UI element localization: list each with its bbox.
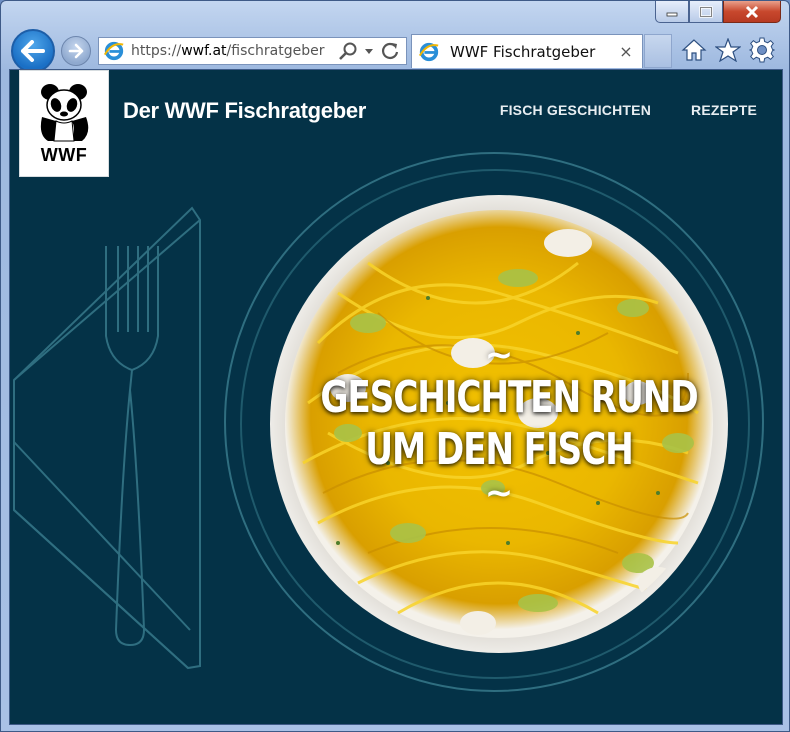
home-icon: [681, 39, 707, 61]
url-domain: wwf.at: [181, 43, 227, 59]
star-icon: [715, 38, 741, 62]
url-path: /fischratgeber: [226, 43, 325, 59]
maximize-button[interactable]: [689, 1, 723, 23]
hero-title-line-2: UM DEN FISCH: [365, 424, 634, 475]
forward-icon: [68, 43, 84, 59]
forward-button[interactable]: [61, 36, 91, 66]
url-prefix: https://: [131, 43, 182, 59]
address-url[interactable]: https://wwf.at/fischratgeber: [131, 43, 338, 59]
home-button[interactable]: [681, 37, 707, 63]
site-title[interactable]: Der WWF Fischratgeber: [123, 98, 366, 124]
browser-tools: [681, 37, 775, 63]
address-tools: [338, 41, 406, 61]
window-controls: [655, 1, 781, 23]
logo-wordmark: WWF: [40, 145, 88, 165]
fork-outline: [105, 246, 159, 647]
menu-item-rezepte[interactable]: REZEPTE: [691, 102, 757, 118]
address-bar[interactable]: https://wwf.at/fischratgeber: [98, 37, 407, 65]
wwf-logo[interactable]: WWF: [19, 70, 109, 177]
gear-icon: [749, 37, 775, 63]
minimize-button[interactable]: [655, 1, 689, 23]
menu-item-fisch-geschichten[interactable]: FISCH GESCHICHTEN: [500, 102, 651, 118]
maximize-icon: [699, 5, 713, 18]
favorites-button[interactable]: [715, 37, 741, 63]
tab-close-button[interactable]: ×: [616, 42, 636, 61]
ie-icon: [418, 42, 439, 61]
new-tab-button[interactable]: [644, 34, 672, 68]
close-icon: [745, 5, 759, 18]
hero-title-line-1: GESCHICHTEN RUND: [320, 372, 698, 423]
minimize-icon: [666, 12, 678, 16]
hero-tilde-top: ~: [484, 335, 514, 375]
search-icon[interactable]: [338, 41, 358, 61]
back-icon: [21, 40, 45, 62]
close-window-button[interactable]: [723, 1, 781, 23]
panda-logo-icon: [40, 84, 89, 142]
settings-button[interactable]: [749, 37, 775, 63]
browser-window: https://wwf.at/fischratgeber WWF Fischra…: [0, 0, 790, 732]
main-menu: FISCH GESCHICHTEN REZEPTE: [500, 102, 757, 118]
page-viewport: ~ GESCHICHTEN RUND UM DEN FISCH ~ WWF De…: [9, 69, 783, 725]
hero-headline[interactable]: ~ GESCHICHTEN RUND UM DEN FISCH ~: [270, 338, 728, 510]
refresh-icon[interactable]: [380, 41, 400, 61]
ie-icon: [103, 41, 124, 61]
back-button[interactable]: [11, 29, 55, 73]
tab-wwf-fischratgeber[interactable]: WWF Fischratgeber ×: [411, 34, 643, 68]
tab-title: WWF Fischratgeber: [450, 42, 596, 61]
dropdown-icon[interactable]: [364, 47, 374, 55]
hero-tilde-bottom: ~: [484, 473, 514, 513]
